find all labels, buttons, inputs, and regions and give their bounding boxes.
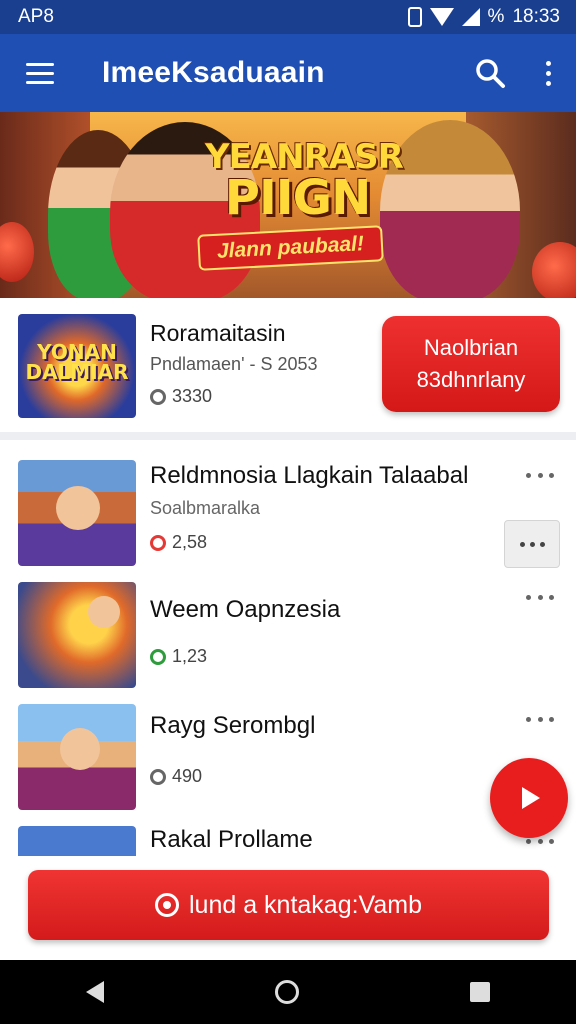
featured-subtitle: Pndlamaen' - S 2053 [150,354,318,374]
list-item-count-value: 2,58 [172,532,208,552]
featured-logo-line1: YONAN [37,340,117,364]
featured-thumbnail[interactable]: YONAN DALMIAR [18,314,136,418]
list-item-count: 1,23 [150,646,207,667]
banner-title: YEANRASR PIIGN [205,137,404,226]
list-item-thumbnail[interactable] [18,826,136,858]
system-nav-bar [0,960,576,1024]
play-icon [522,787,540,809]
list-item-thumbnail[interactable] [18,704,136,810]
thumbnail-character [88,596,120,628]
thumbnail-character [60,728,100,770]
list-item-title: Rakal Prollame [150,826,313,853]
battery-percent: % [487,6,505,27]
list-item[interactable]: Rakal Prollame [0,814,576,858]
featured-action-button[interactable]: Naolbrian 83dhnrlany [382,316,560,412]
back-icon[interactable] [85,981,104,1003]
featured-count-value: 3330 [172,386,213,406]
more-horiz-icon[interactable] [526,712,554,726]
status-icons: % 18:33 [407,6,560,28]
list-item-count: 490 [150,766,202,787]
list-item-count-value: 1,23 [172,646,208,666]
list-item-count-value: 490 [172,766,203,786]
featured-button-line1: Naolbrian [423,335,519,360]
signal-icon [461,8,480,26]
list-item[interactable]: Reldmnosia Llagkain Talaabal Soalbmaralk… [0,448,576,570]
featured-count: 3330 [150,386,212,407]
views-icon [150,648,166,665]
featured-card[interactable]: YONAN DALMIAR Roramaitasin Pndlamaen' - … [0,298,576,440]
featured-button-line2: 83dhnrlany [416,367,526,392]
views-icon [150,388,166,405]
status-carrier: AP8 [18,6,54,27]
list-item[interactable]: Weem Oapnzesia 1,23 [0,570,576,692]
list-item-title: Rayg Serombgl [150,712,316,739]
cta-container: lund a kntakag:Vamb [0,856,576,960]
more-options-button[interactable] [504,520,560,568]
app-title: ImeeKsaduaain [102,56,325,89]
menu-icon[interactable] [0,34,80,112]
featured-thumbnail-logo: YONAN DALMIAR [18,342,136,382]
status-time: 18:33 [512,6,560,27]
views-icon [150,534,166,551]
list-item-thumbnail[interactable] [18,460,136,566]
list-item-title: Reldmnosia Llagkain Talaabal [150,462,469,489]
featured-title: Roramaitasin [150,320,286,346]
cta-button[interactable]: lund a kntakag:Vamb [28,870,549,940]
target-icon [154,893,179,917]
play-fab[interactable] [490,758,568,838]
banner-title-line1: YEANRASR [205,137,404,177]
thumbnail-character [56,486,100,530]
featured-logo-line2: DALMIAR [25,360,129,384]
banner-title-line2: PIIGN [224,170,371,226]
more-horiz-icon[interactable] [526,468,554,482]
search-icon[interactable] [460,34,520,112]
home-icon[interactable] [274,980,299,1004]
promo-banner[interactable]: YEANRASR PIIGN Jlann paubaal! [0,112,576,298]
views-icon [150,768,166,785]
list-item-thumbnail[interactable] [18,582,136,688]
list-item-subtitle: Soalbmaralka [150,498,261,518]
cta-label: lund a kntakag:Vamb [188,890,423,919]
more-horiz-icon[interactable] [526,590,554,604]
status-bar: AP8 % 18:33 [0,0,576,34]
wifi-icon [429,8,454,26]
vibrate-icon [407,7,422,27]
more-vert-icon[interactable] [520,34,576,112]
recents-icon[interactable] [470,982,491,1002]
app-bar: ImeeKsaduaain [0,34,576,112]
list-item-count: 2,58 [150,532,207,553]
list-item-title: Weem Oapnzesia [150,596,341,623]
